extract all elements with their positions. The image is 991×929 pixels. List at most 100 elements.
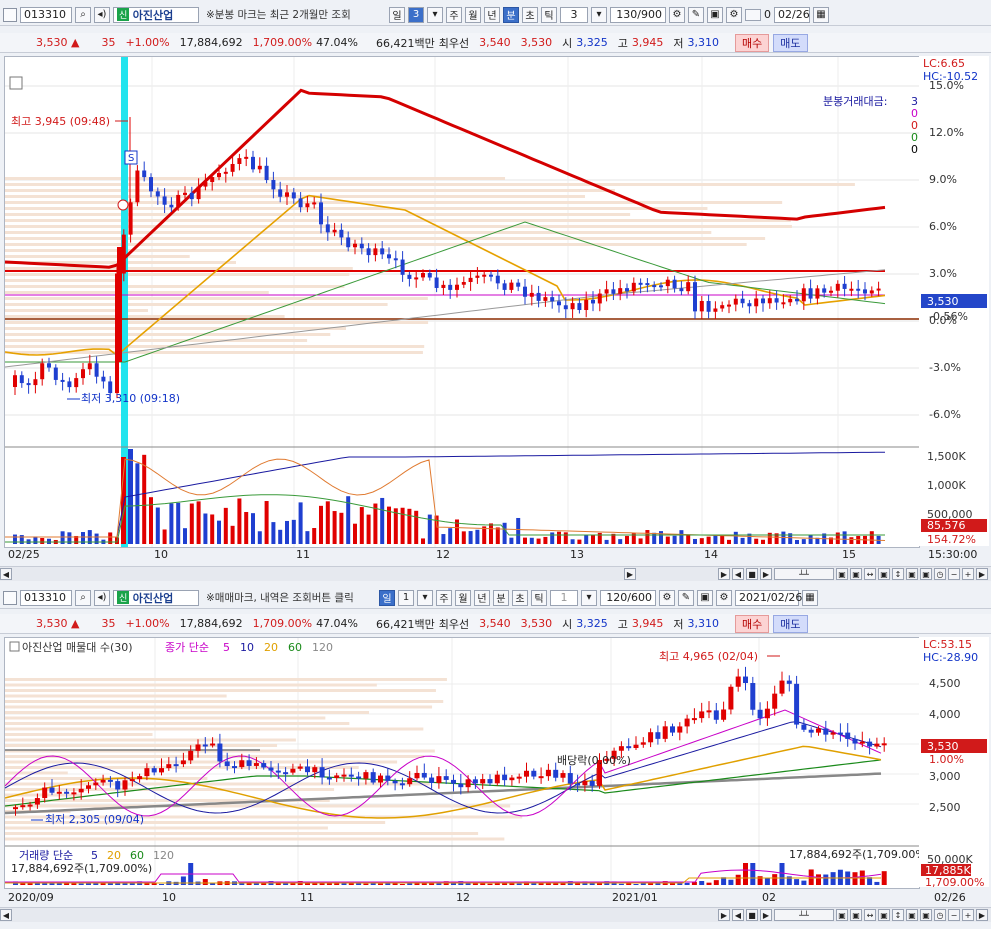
period-second[interactable]: 초	[512, 589, 528, 606]
chevron-down-icon[interactable]: ▾	[417, 589, 433, 606]
count-input[interactable]: 130/900	[610, 6, 666, 23]
zoom-slider-icon[interactable]: ┴┴	[774, 909, 834, 921]
play-icon[interactable]: ▶	[718, 909, 730, 921]
sell-button[interactable]: 매도	[773, 614, 808, 633]
interval-input[interactable]: 1	[550, 589, 578, 606]
period-minute[interactable]: 분	[503, 6, 519, 23]
date-input[interactable]: 2021/02/26	[735, 589, 802, 606]
scroll-left-icon[interactable]: ◀	[0, 909, 12, 921]
search-icon[interactable]: ⌕	[75, 589, 91, 606]
draw-icon[interactable]: ✎	[678, 589, 694, 606]
tool-icon[interactable]: ▣	[836, 909, 848, 921]
chevron-down-icon[interactable]: ▾	[581, 589, 597, 606]
period-week[interactable]: 주	[436, 589, 452, 606]
tool-icon[interactable]: ▣	[836, 568, 848, 580]
tool-icon[interactable]: ↕	[892, 568, 904, 580]
settings-icon[interactable]: ⚙	[716, 589, 732, 606]
period-week[interactable]: 주	[446, 6, 462, 23]
tools-icon[interactable]: ⚙	[659, 589, 675, 606]
candle-body	[509, 777, 515, 781]
daily-chart[interactable]: 아진산업 매물대 수(30) 종가 단순 5 10 20 60 120 최고 4,965 (0…	[4, 637, 930, 889]
period-tick[interactable]: 틱	[541, 6, 557, 23]
date-input[interactable]: 02/26	[774, 6, 810, 23]
zoom-in-icon[interactable]: +	[962, 568, 974, 580]
calendar-icon[interactable]: ▦	[813, 6, 829, 23]
settings-icon[interactable]: ⚙	[726, 6, 742, 23]
stock-code-input[interactable]: 013310	[20, 6, 72, 23]
tool-icon[interactable]: ▣	[906, 568, 918, 580]
period-year[interactable]: 년	[484, 6, 500, 23]
save-icon[interactable]: ▣	[697, 589, 713, 606]
buy-button[interactable]: 매수	[735, 614, 770, 633]
period-day[interactable]: 일	[379, 589, 395, 606]
step-back-icon[interactable]: ◀	[732, 568, 744, 580]
tool-icon[interactable]: ↔	[864, 909, 876, 921]
step-back-icon[interactable]: ◀	[732, 909, 744, 921]
tool-icon[interactable]: ▣	[920, 568, 932, 580]
zoom-out-icon[interactable]: −	[948, 909, 960, 921]
scroll-right-icon[interactable]: ▶	[624, 568, 636, 580]
draw-icon[interactable]: ✎	[688, 6, 704, 23]
sell-button[interactable]: 매도	[773, 33, 808, 52]
menu-icon[interactable]	[3, 7, 17, 22]
interval-input[interactable]: 3	[560, 6, 588, 23]
zoom-slider-icon[interactable]: ┴┴	[774, 568, 834, 580]
candle-body	[808, 729, 814, 733]
scroll-left-icon[interactable]: ◀	[0, 568, 12, 580]
scroll-right-end-icon[interactable]: ▶	[976, 909, 988, 921]
chevron-down-icon[interactable]: ▾	[427, 6, 443, 23]
period-year[interactable]: 년	[474, 589, 490, 606]
period-second[interactable]: 초	[522, 6, 538, 23]
tool-icon[interactable]: ↕	[892, 909, 904, 921]
period-month[interactable]: 월	[455, 589, 471, 606]
intraday-scrollbar[interactable]: ◀ ▶ ▶ ◀ ■ ▶ ┴┴ ▣ ▣ ↔ ▣ ↕ ▣ ▣ ◷ − + ▶	[0, 566, 991, 581]
period-tick[interactable]: 틱	[531, 589, 547, 606]
candle-body	[684, 718, 690, 727]
speaker-icon[interactable]: ◂)	[94, 589, 110, 606]
checkbox[interactable]	[745, 8, 761, 21]
period-day-count[interactable]: 3	[408, 6, 424, 23]
stock-name-field[interactable]: 신 아진산업	[113, 6, 199, 23]
candle-body	[436, 776, 442, 783]
scroll-track[interactable]	[14, 910, 716, 920]
period-minute[interactable]: 분	[493, 589, 509, 606]
fast-forward-icon[interactable]: ▶	[760, 909, 772, 921]
daily-scrollbar[interactable]: ◀ ▶ ◀ ■ ▶ ┴┴ ▣ ▣ ↔ ▣ ↕ ▣ ▣ ◷ − + ▶	[0, 907, 991, 922]
save-icon[interactable]: ▣	[707, 6, 723, 23]
scroll-track[interactable]	[14, 569, 622, 579]
tool-icon[interactable]: ▣	[878, 568, 890, 580]
menu-icon[interactable]	[3, 590, 17, 605]
stop-icon[interactable]: ■	[746, 568, 758, 580]
period-day[interactable]: 일	[389, 6, 405, 23]
calendar-icon[interactable]: ▦	[802, 589, 818, 606]
stop-icon[interactable]: ■	[746, 909, 758, 921]
tool-icon[interactable]: ▣	[878, 909, 890, 921]
speaker-icon[interactable]: ◂)	[94, 6, 110, 23]
buy-button[interactable]: 매수	[735, 33, 770, 52]
tool-icon[interactable]: ▣	[850, 568, 862, 580]
zoom-out-icon[interactable]: −	[948, 568, 960, 580]
fast-forward-icon[interactable]: ▶	[760, 568, 772, 580]
stock-name-field[interactable]: 신 아진산업	[113, 589, 199, 606]
candle-body	[662, 726, 668, 739]
period-day-count[interactable]: 1	[398, 589, 414, 606]
period-month[interactable]: 월	[465, 6, 481, 23]
volume-bar	[19, 535, 24, 544]
stock-code-input[interactable]: 013310	[20, 589, 72, 606]
tool-icon[interactable]: ▣	[920, 909, 932, 921]
chevron-down-icon[interactable]: ▾	[591, 6, 607, 23]
tool-icon[interactable]: ▣	[850, 909, 862, 921]
zoom-in-icon[interactable]: +	[962, 909, 974, 921]
intraday-chart[interactable]: 최고 3,945 (09:48) 최저 3,310 (09:18) S 분봉거래대금:…	[4, 56, 920, 548]
scroll-right-end-icon[interactable]: ▶	[976, 568, 988, 580]
tool-icon[interactable]: ▣	[906, 909, 918, 921]
volume-bar	[162, 529, 167, 544]
clock-icon[interactable]: ◷	[934, 909, 946, 921]
volume-bar	[830, 872, 836, 885]
search-icon[interactable]: ⌕	[75, 6, 91, 23]
play-icon[interactable]: ▶	[718, 568, 730, 580]
tool-icon[interactable]: ↔	[864, 568, 876, 580]
count-input[interactable]: 120/600	[600, 589, 656, 606]
clock-icon[interactable]: ◷	[934, 568, 946, 580]
tools-icon[interactable]: ⚙	[669, 6, 685, 23]
